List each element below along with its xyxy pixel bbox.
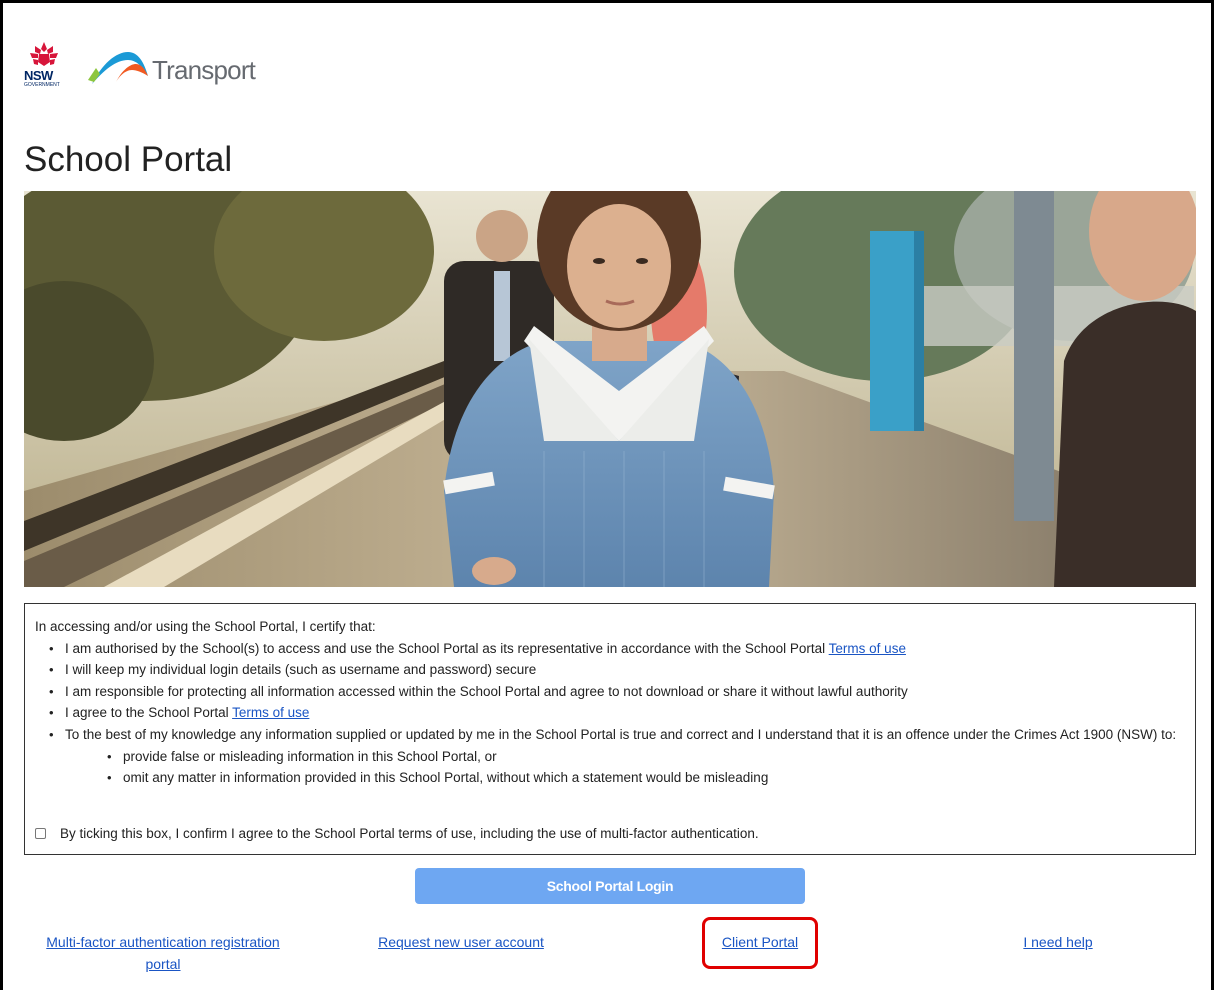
terms-sub-item: omit any matter in information provided … (65, 767, 1185, 789)
transport-logo[interactable]: Transport (86, 46, 256, 88)
terms-item: I will keep my individual login details … (35, 659, 1185, 681)
nsw-logo-text: NSW (24, 68, 53, 83)
school-portal-login-button[interactable]: School Portal Login (415, 868, 805, 904)
terms-item: I agree to the School Portal Terms of us… (35, 702, 1185, 724)
terms-item-text: I am responsible for protecting all info… (65, 683, 908, 699)
nsw-government-logo[interactable]: NSW GOVERNMENT (24, 40, 72, 94)
terms-sub-list: provide false or misleading information … (65, 746, 1185, 789)
hero-illustration (24, 191, 1196, 587)
terms-item-text: I agree to the School Portal (65, 705, 233, 721)
terms-item: I am responsible for protecting all info… (35, 681, 1185, 703)
nsw-logo-subtext: GOVERNMENT (24, 82, 60, 88)
hero-photo (24, 191, 1196, 587)
agree-label: By ticking this box, I confirm I agree t… (60, 826, 759, 841)
help-link[interactable]: I need help (1000, 931, 1116, 953)
terms-of-use-link[interactable]: Terms of use (829, 641, 906, 656)
terms-of-use-link[interactable]: Terms of use (232, 705, 309, 720)
header-logos: NSW GOVERNMENT Transport (24, 40, 256, 94)
agree-row: By ticking this box, I confirm I agree t… (35, 823, 759, 845)
terms-item-text: I am authorised by the School(s) to acce… (65, 640, 829, 656)
waratah-icon (30, 42, 58, 66)
terms-list: I am authorised by the School(s) to acce… (35, 638, 1185, 789)
transport-swoosh-icon (88, 52, 148, 84)
terms-item-text: I will keep my individual login details … (65, 662, 537, 678)
terms-sub-item: provide false or misleading information … (65, 746, 1185, 768)
client-portal-highlight (702, 917, 818, 969)
terms-panel: In accessing and/or using the School Por… (24, 603, 1196, 855)
terms-item: I am authorised by the School(s) to acce… (35, 638, 1185, 660)
page-title: School Portal (24, 140, 233, 179)
terms-item-text: To the best of my knowledge any informat… (65, 726, 1177, 742)
terms-item: To the best of my knowledge any informat… (35, 724, 1185, 789)
transport-logo-text: Transport (152, 54, 256, 85)
mfa-registration-link[interactable]: Multi-factor authentication registration… (36, 931, 290, 975)
request-account-link[interactable]: Request new user account (360, 931, 562, 953)
agree-checkbox[interactable] (35, 828, 46, 840)
terms-intro: In accessing and/or using the School Por… (35, 619, 376, 634)
